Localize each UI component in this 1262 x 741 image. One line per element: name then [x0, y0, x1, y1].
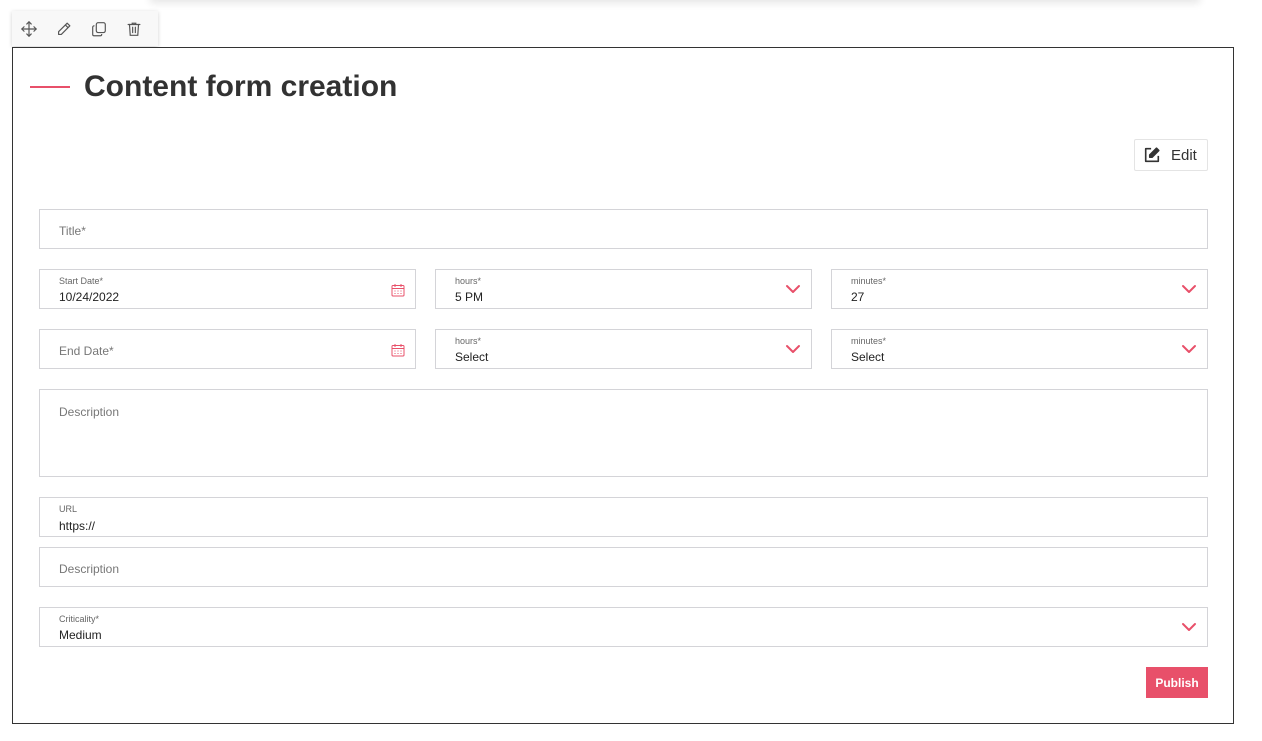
publish-button[interactable]: Publish — [1146, 667, 1208, 698]
duplicate-button[interactable] — [89, 18, 110, 40]
copy-icon — [91, 21, 106, 36]
link-description-input[interactable]: Description — [39, 547, 1208, 587]
chevron-down-icon — [1182, 285, 1196, 293]
url-input[interactable]: URL https:// — [39, 497, 1208, 537]
title-placeholder: Title* — [59, 224, 86, 238]
end-date-input[interactable]: End Date* — [39, 329, 416, 369]
move-icon — [21, 20, 38, 37]
chevron-down-icon — [786, 345, 800, 353]
delete-button[interactable] — [123, 18, 144, 40]
start-minutes-select[interactable]: minutes* 27 — [831, 269, 1208, 309]
description-textarea[interactable]: Description — [39, 389, 1208, 477]
chevron-down-icon — [1182, 623, 1196, 631]
end-minutes-select[interactable]: minutes* Select — [831, 329, 1208, 369]
criticality-select[interactable]: Criticality* Medium — [39, 607, 1208, 647]
title-input[interactable]: Title* — [39, 209, 1208, 249]
criticality-label: Criticality* — [59, 614, 100, 624]
start-date-label: Start Date* — [59, 276, 104, 286]
calendar-icon[interactable] — [391, 343, 405, 357]
start-hours-select[interactable]: hours* 5 PM — [435, 269, 812, 309]
end-hours-label: hours* — [455, 336, 482, 346]
description-placeholder: Description — [59, 405, 120, 419]
edit-block-button[interactable] — [54, 18, 75, 40]
start-minutes-value: 27 — [851, 290, 865, 304]
url-label: URL — [59, 504, 78, 514]
end-date-placeholder: End Date* — [59, 344, 114, 358]
start-date-input[interactable]: Start Date* 10/24/2022 — [39, 269, 416, 309]
block-toolbar — [12, 11, 158, 46]
url-value: https:// — [59, 519, 96, 533]
start-date-value: 10/24/2022 — [59, 290, 120, 304]
end-hours-value: Select — [455, 350, 489, 364]
end-hours-select[interactable]: hours* Select — [435, 329, 812, 369]
end-minutes-value: Select — [851, 350, 885, 364]
move-button[interactable] — [19, 18, 40, 40]
chevron-down-icon — [1182, 345, 1196, 353]
heading-accent-line — [30, 86, 70, 88]
pencil-icon — [58, 22, 71, 35]
criticality-value: Medium — [59, 628, 102, 642]
edit-button-label: Edit — [1171, 146, 1197, 164]
start-hours-label: hours* — [455, 276, 482, 286]
edit-square-icon — [1144, 147, 1160, 163]
start-hours-value: 5 PM — [455, 290, 484, 304]
chevron-down-icon — [786, 285, 800, 293]
page-title: Content form creation — [84, 70, 398, 103]
link-description-placeholder: Description — [59, 562, 120, 576]
content-form-block: Content form creation Edit Title* Start … — [12, 47, 1234, 724]
edit-button[interactable]: Edit — [1134, 139, 1208, 171]
end-minutes-label: minutes* — [851, 336, 887, 346]
trash-icon — [127, 22, 141, 36]
calendar-icon[interactable] — [391, 283, 405, 297]
start-minutes-label: minutes* — [851, 276, 887, 286]
